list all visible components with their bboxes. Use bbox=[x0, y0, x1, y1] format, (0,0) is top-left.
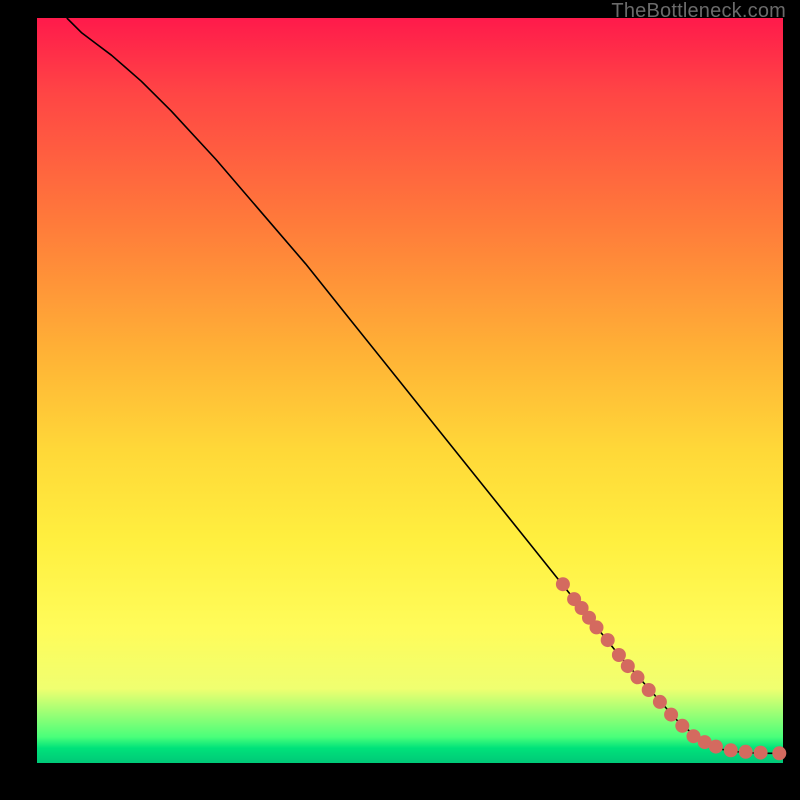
data-point bbox=[664, 708, 678, 722]
data-point bbox=[612, 648, 626, 662]
data-point bbox=[772, 746, 786, 760]
curve-line bbox=[67, 18, 783, 753]
data-point bbox=[724, 743, 738, 757]
data-point bbox=[653, 695, 667, 709]
data-point bbox=[631, 670, 645, 684]
data-point bbox=[621, 659, 635, 673]
data-point bbox=[675, 719, 689, 733]
chart-container: TheBottleneck.com bbox=[0, 0, 800, 800]
data-point bbox=[590, 620, 604, 634]
data-point bbox=[642, 683, 656, 697]
chart-svg bbox=[37, 18, 783, 763]
data-point bbox=[556, 577, 570, 591]
data-point bbox=[754, 746, 768, 760]
plot-area bbox=[37, 18, 783, 763]
data-point bbox=[739, 745, 753, 759]
data-point bbox=[709, 740, 723, 754]
dots-group bbox=[556, 577, 786, 760]
data-point bbox=[601, 633, 615, 647]
